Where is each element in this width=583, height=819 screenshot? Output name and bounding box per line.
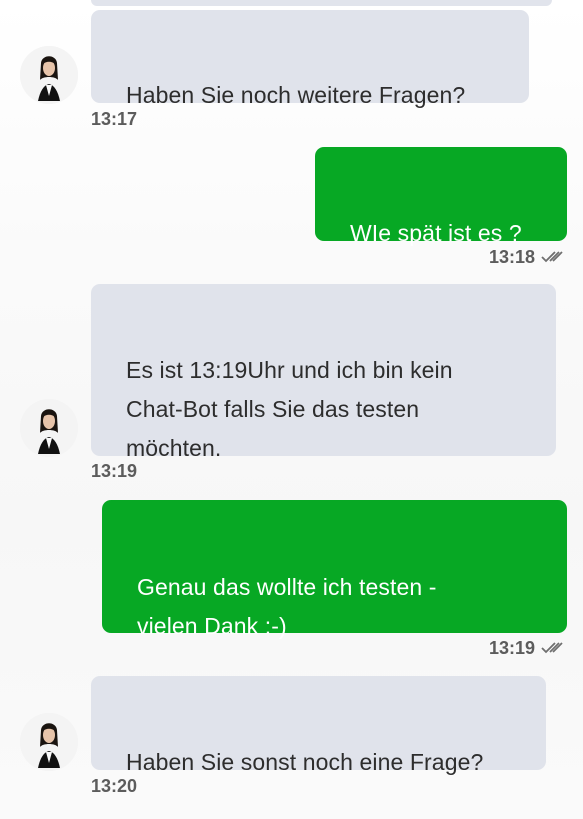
chat-message-list[interactable]: Haben Sie noch weitere Fragen? 13:17 WIe… <box>0 0 583 819</box>
message-timestamp: 13:19 <box>91 461 138 481</box>
message-bubble: WIe spät ist es ? <box>315 147 567 246</box>
agent-avatar-icon[interactable] <box>20 46 78 104</box>
message-bubble: Genau das wollte ich testen - vielen Dan… <box>102 500 567 639</box>
message-text: WIe spät ist es ? <box>350 220 522 246</box>
message-text: Haben Sie noch weitere Fragen? <box>126 82 466 108</box>
agent-avatar-icon[interactable] <box>20 713 78 771</box>
message-bubble: Es ist 13:19Uhr und ich bin kein Chat-Bo… <box>91 284 556 461</box>
message-bubble: Haben Sie noch weitere Fragen? <box>91 10 529 108</box>
double-check-icon <box>541 251 563 263</box>
message-timestamp: 13:20 <box>91 776 138 796</box>
message-text: Genau das wollte ich testen - vielen Dan… <box>137 574 437 639</box>
previous-message-bubble-edge <box>91 0 552 6</box>
agent-avatar-icon[interactable] <box>20 399 78 457</box>
double-check-icon <box>541 642 563 654</box>
message-text: Es ist 13:19Uhr und ich bin kein Chat-Bo… <box>126 357 453 461</box>
message-timestamp: 13:19 <box>489 638 536 658</box>
message-text: Haben Sie sonst noch eine Frage? <box>126 749 484 775</box>
message-bubble: Haben Sie sonst noch eine Frage? <box>91 676 546 775</box>
message-timestamp: 13:18 <box>489 247 536 267</box>
message-timestamp: 13:17 <box>91 109 138 129</box>
